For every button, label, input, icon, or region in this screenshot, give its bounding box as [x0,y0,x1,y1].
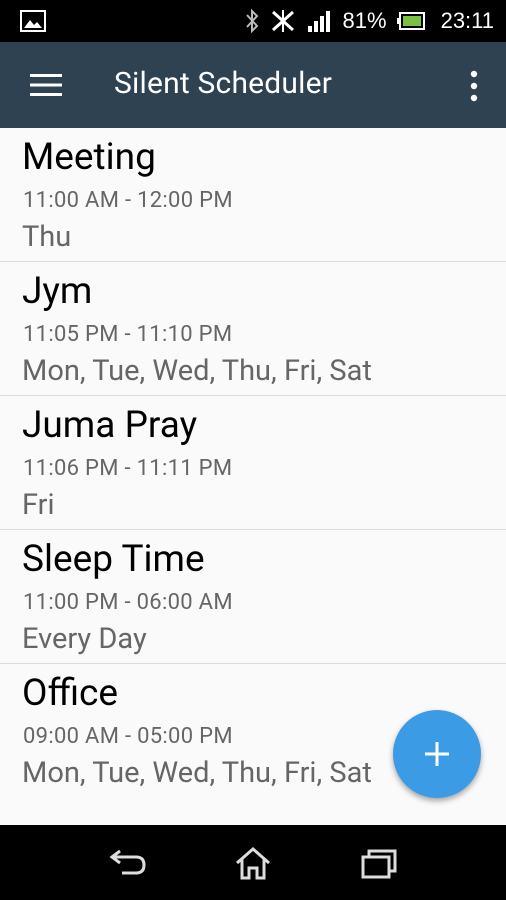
schedule-days: Mon, Tue, Wed, Thu, Fri, Sat [22,756,372,790]
clock: 23:11 [440,8,494,33]
battery-icon [396,12,425,30]
recent-apps-icon[interactable] [359,845,399,881]
plus-icon [425,742,449,766]
schedule-name: Meeting [22,136,156,179]
schedule-time-range: 11:00 PM - 06:00 AM [23,590,233,615]
schedule-days: Fri [22,488,55,522]
status-bar: 81% 23:11 [0,0,506,42]
schedule-days: Mon, Tue, Wed, Thu, Fri, Sat [22,354,372,388]
back-icon[interactable] [108,845,148,881]
schedule-days: Thu [22,220,72,254]
gallery-icon [20,10,46,32]
add-schedule-button[interactable] [393,710,481,798]
schedule-days: Every Day [22,622,147,656]
app-title: Silent Scheduler [114,66,333,101]
schedule-name: Juma Pray [22,404,198,447]
schedule-name: Jym [22,270,93,313]
app-bar: Silent Scheduler [0,42,506,128]
no-network-icon [271,10,294,32]
schedule-item[interactable]: Sleep Time 11:00 PM - 06:00 AM Every Day [0,530,506,664]
schedule-item[interactable]: Jym 11:05 PM - 11:10 PM Mon, Tue, Wed, T… [0,262,506,396]
schedule-time-range: 11:00 AM - 12:00 PM [23,188,233,213]
home-icon[interactable] [233,845,273,881]
schedule-time-range: 11:05 PM - 11:10 PM [23,322,233,347]
battery-percent: 81% [342,8,387,33]
bluetooth-icon [245,8,258,34]
schedule-item[interactable]: Meeting 11:00 AM - 12:00 PM Thu [0,128,506,262]
schedule-item[interactable]: Juma Pray 11:06 PM - 11:11 PM Fri [0,396,506,530]
schedule-time-range: 09:00 AM - 05:00 PM [23,724,233,749]
signal-icon [307,11,330,32]
schedule-name: Office [22,672,119,715]
navigation-bar [0,825,506,900]
schedule-time-range: 11:06 PM - 11:11 PM [23,456,233,481]
hamburger-menu-icon[interactable] [30,73,62,97]
more-vert-icon[interactable] [470,70,478,102]
schedule-name: Sleep Time [22,538,205,581]
